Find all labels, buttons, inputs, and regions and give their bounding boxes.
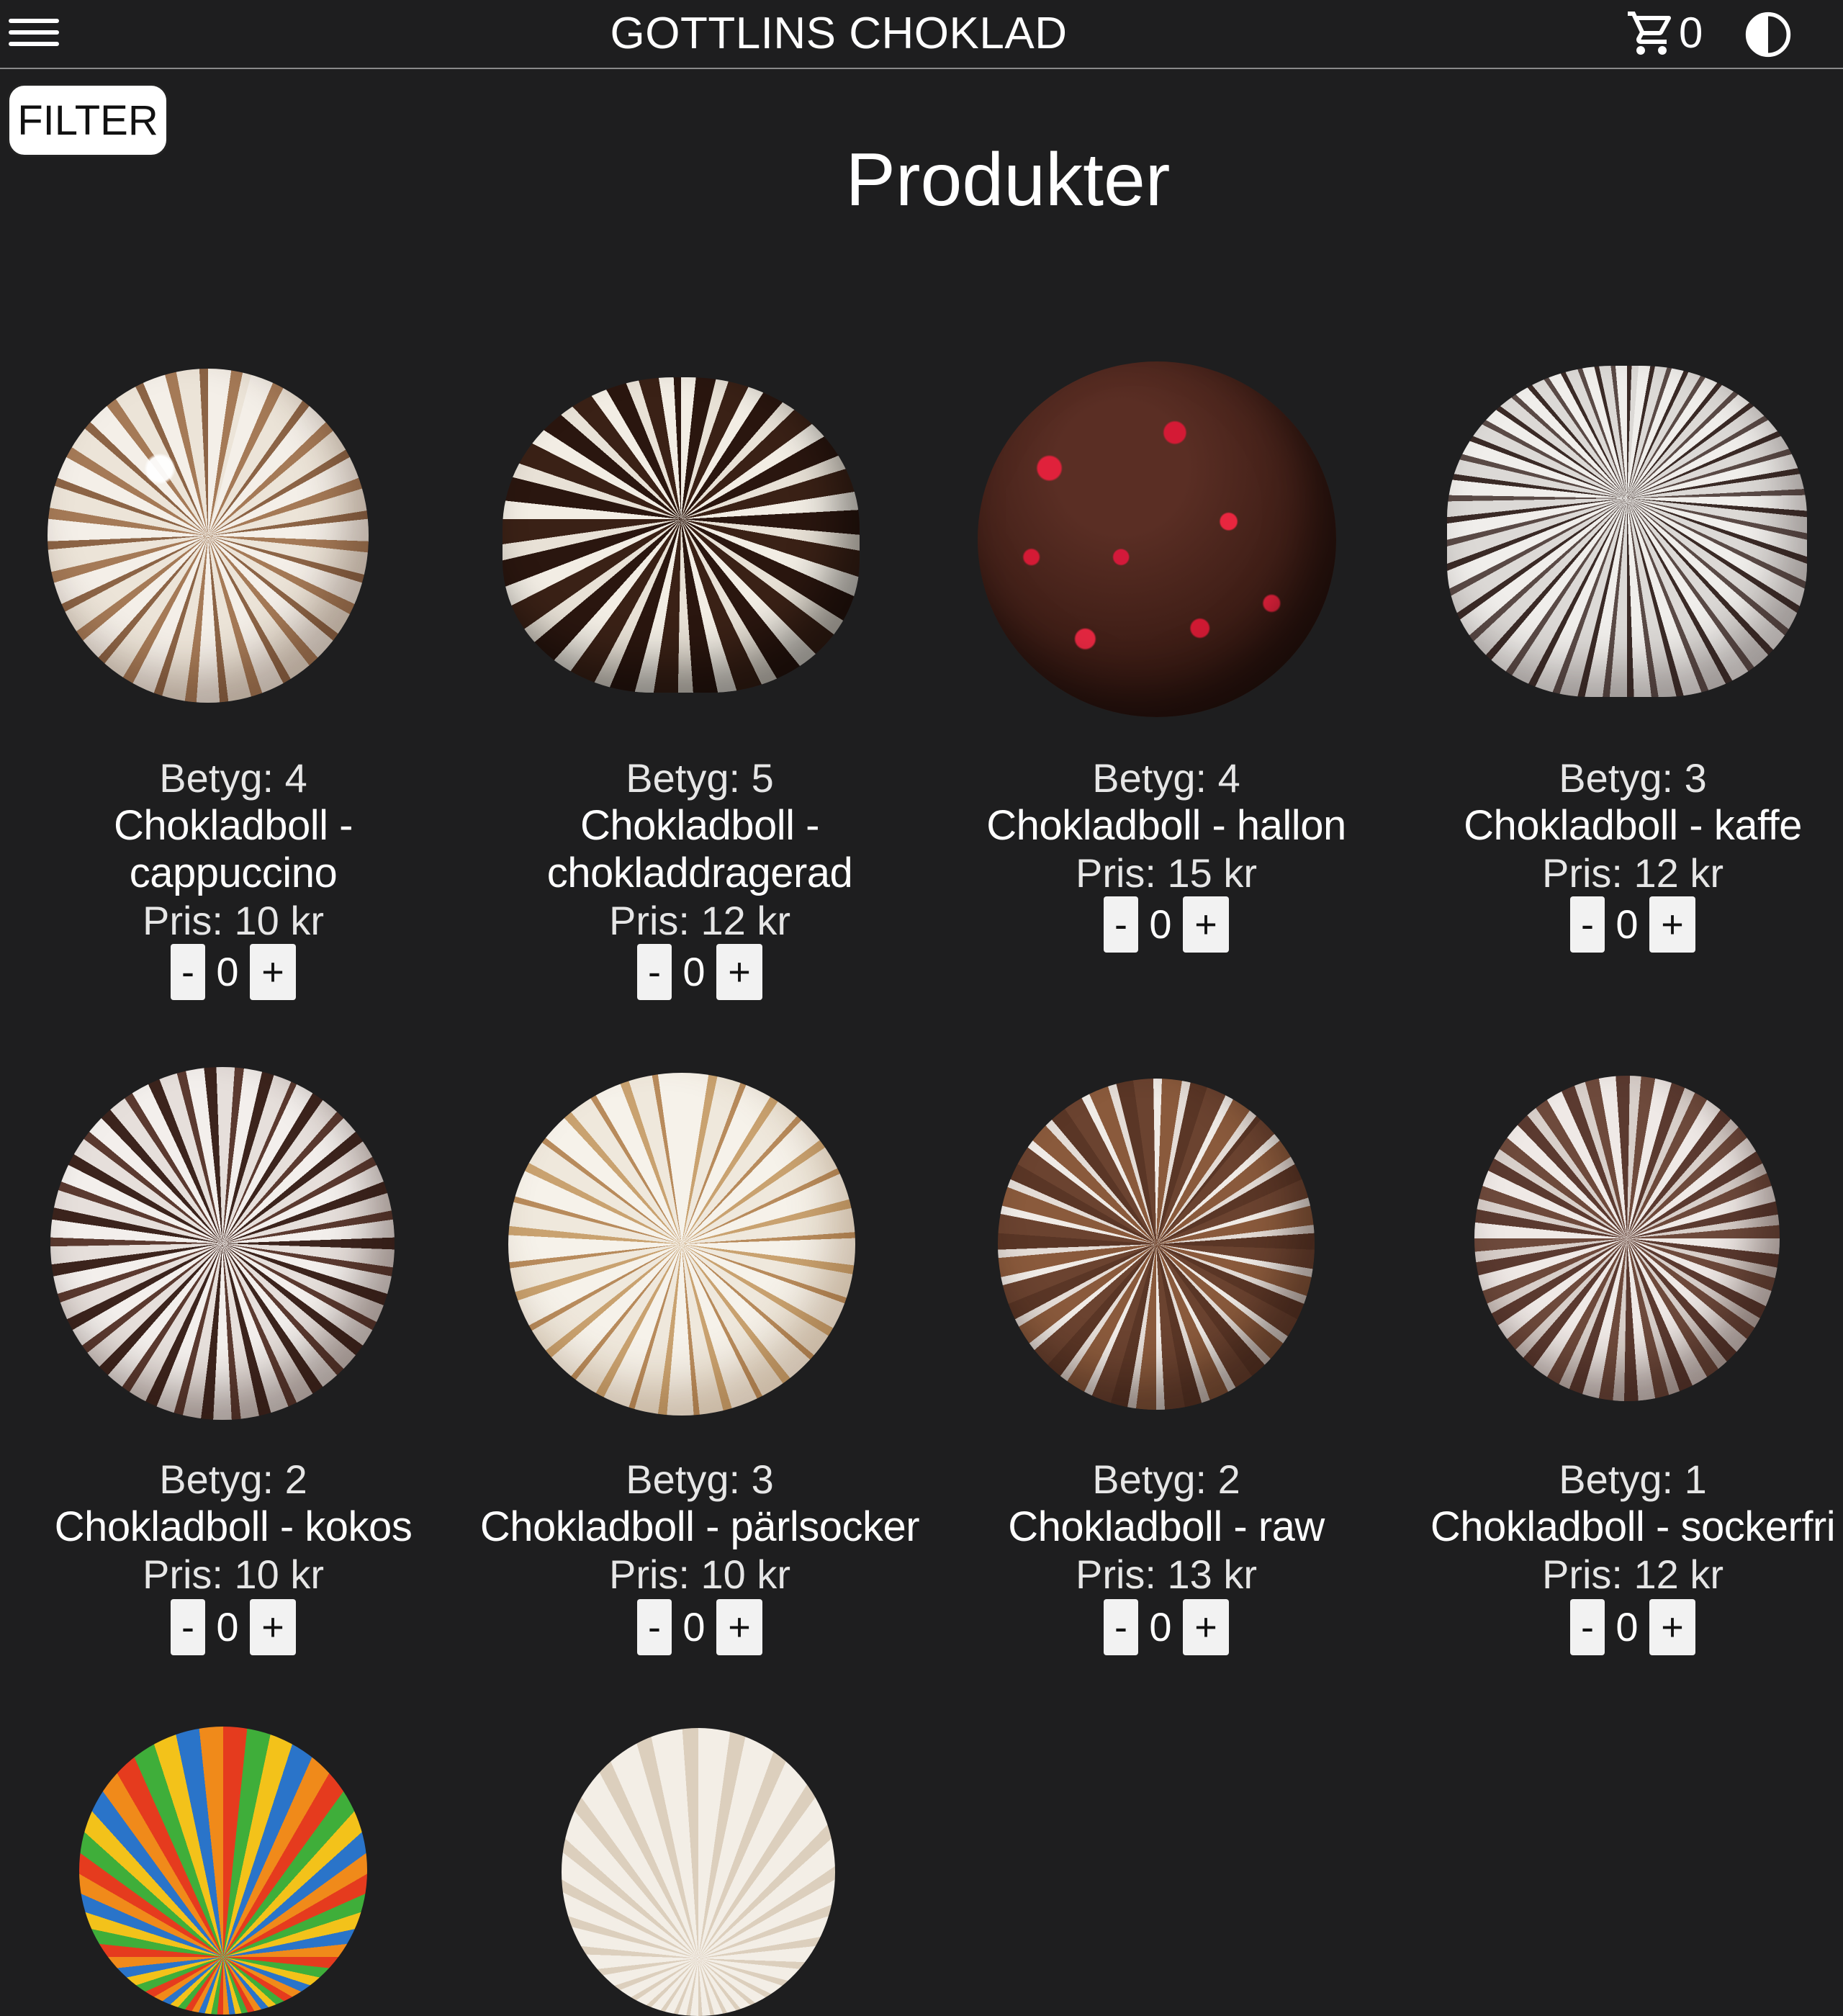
decrease-quantity-button[interactable]: -	[1570, 896, 1605, 953]
quantity-value: 0	[216, 1604, 239, 1650]
product-price: Pris: 12 kr	[1541, 850, 1724, 896]
product-name[interactable]: Chokladboll - raw	[933, 1503, 1400, 1551]
product-image[interactable]	[50, 1067, 395, 1420]
quantity-stepper: - 0 +	[933, 1598, 1400, 1656]
product-image[interactable]	[1474, 1076, 1780, 1401]
quantity-stepper: - 0 +	[467, 1598, 933, 1656]
product-name-line: chokladdragerad	[546, 850, 853, 896]
product-rating: Betyg: 4	[159, 755, 307, 801]
page-title: Produkter	[845, 138, 1171, 222]
shopping-cart-icon	[1628, 12, 1672, 55]
decrease-quantity-button[interactable]: -	[637, 944, 672, 1000]
product-image[interactable]	[79, 1727, 367, 2015]
product-card: Betyg: 4 Chokladboll - hallon Pris: 15 k…	[933, 346, 1400, 1008]
quantity-stepper: - 0 +	[467, 943, 933, 1001]
quantity-value: 0	[682, 1604, 706, 1650]
quantity-stepper: - 0 +	[0, 943, 467, 1001]
quantity-stepper: - 0 +	[1400, 1598, 1843, 1656]
quantity-value: 0	[1149, 901, 1172, 947]
contrast-toggle-icon[interactable]	[1744, 10, 1793, 59]
product-name[interactable]: Chokladboll - kokos	[0, 1503, 467, 1551]
product-name[interactable]: Chokladboll - kaffe	[1400, 802, 1843, 850]
product-price: Pris: 10 kr	[142, 898, 325, 943]
product-name[interactable]: Chokladboll - chokladdragerad	[467, 802, 933, 897]
quantity-stepper: - 0 +	[0, 1598, 467, 1656]
product-image[interactable]	[562, 1728, 835, 2016]
product-price: Pris: 15 kr	[1075, 850, 1258, 896]
product-rating: Betyg: 5	[626, 755, 774, 801]
quantity-value: 0	[1149, 1604, 1172, 1650]
product-price: Pris: 10 kr	[142, 1552, 325, 1597]
increase-quantity-button[interactable]: +	[250, 1599, 296, 1655]
product-rating: Betyg: 1	[1559, 1457, 1707, 1502]
site-title[interactable]: GOTTLINS CHOKLAD	[0, 6, 1677, 62]
product-rating: Betyg: 2	[159, 1457, 307, 1502]
cart-button[interactable]: 0	[1626, 4, 1703, 62]
product-name[interactable]: Chokladboll - hallon	[933, 802, 1400, 850]
top-navigation-bar: GOTTLINS CHOKLAD 0	[0, 0, 1843, 69]
increase-quantity-button[interactable]: +	[1649, 1599, 1695, 1655]
increase-quantity-button[interactable]: +	[1649, 896, 1695, 953]
product-name[interactable]: Chokladboll - cappuccino	[0, 802, 467, 897]
decrease-quantity-button[interactable]: -	[171, 944, 205, 1000]
product-rating: Betyg: 4	[1092, 755, 1240, 801]
product-card: Betyg: 3 Chokladboll - kaffe Pris: 12 kr…	[1400, 346, 1843, 1008]
product-name[interactable]: Chokladboll - pärlsocker	[467, 1503, 933, 1551]
product-image[interactable]	[978, 361, 1336, 717]
decrease-quantity-button[interactable]: -	[1104, 896, 1138, 953]
decrease-quantity-button[interactable]: -	[1570, 1599, 1605, 1655]
product-rating: Betyg: 3	[1559, 755, 1707, 801]
product-card: Betyg: 5 Chokladboll - chokladdragerad P…	[467, 346, 933, 1008]
product-name-line: Chokladboll -	[580, 802, 820, 849]
product-price: Pris: 13 kr	[1075, 1552, 1258, 1597]
increase-quantity-button[interactable]: +	[716, 944, 762, 1000]
product-price: Pris: 12 kr	[608, 898, 791, 943]
cart-count: 0	[1679, 9, 1703, 57]
product-card: Betyg: 4 Chokladboll - cappuccino Pris: …	[0, 346, 467, 1008]
product-card: Betyg: 3 Chokladboll - pärlsocker Pris: …	[467, 1051, 933, 1685]
quantity-value: 0	[1616, 1604, 1639, 1650]
product-image[interactable]	[48, 369, 369, 703]
product-image[interactable]	[508, 1073, 855, 1416]
increase-quantity-button[interactable]: +	[1183, 1599, 1229, 1655]
decrease-quantity-button[interactable]: -	[171, 1599, 205, 1655]
quantity-stepper: - 0 +	[1400, 896, 1843, 953]
product-card: Betyg: 2 Chokladboll - raw Pris: 13 kr -…	[933, 1051, 1400, 1685]
product-image[interactable]	[503, 377, 860, 693]
quantity-value: 0	[682, 949, 706, 994]
product-name[interactable]: Chokladboll - sockerfri	[1400, 1503, 1843, 1551]
product-name-line: cappuccino	[129, 850, 338, 896]
quantity-value: 0	[216, 949, 239, 994]
increase-quantity-button[interactable]: +	[250, 944, 296, 1000]
product-name-line: Chokladboll -	[113, 802, 353, 849]
decrease-quantity-button[interactable]: -	[637, 1599, 672, 1655]
product-price: Pris: 12 kr	[1541, 1552, 1724, 1597]
product-rating: Betyg: 2	[1092, 1457, 1240, 1502]
product-card: Betyg: 2 Chokladboll - kokos Pris: 10 kr…	[0, 1051, 467, 1685]
decrease-quantity-button[interactable]: -	[1104, 1599, 1138, 1655]
quantity-stepper: - 0 +	[933, 896, 1400, 953]
increase-quantity-button[interactable]: +	[716, 1599, 762, 1655]
product-image[interactable]	[1447, 366, 1807, 697]
product-rating: Betyg: 3	[626, 1457, 774, 1502]
product-card: Betyg: 1 Chokladboll - sockerfri Pris: 1…	[1400, 1051, 1843, 1685]
quantity-value: 0	[1616, 901, 1639, 947]
increase-quantity-button[interactable]: +	[1183, 896, 1229, 953]
product-price: Pris: 10 kr	[608, 1552, 791, 1597]
product-image[interactable]	[998, 1079, 1315, 1410]
